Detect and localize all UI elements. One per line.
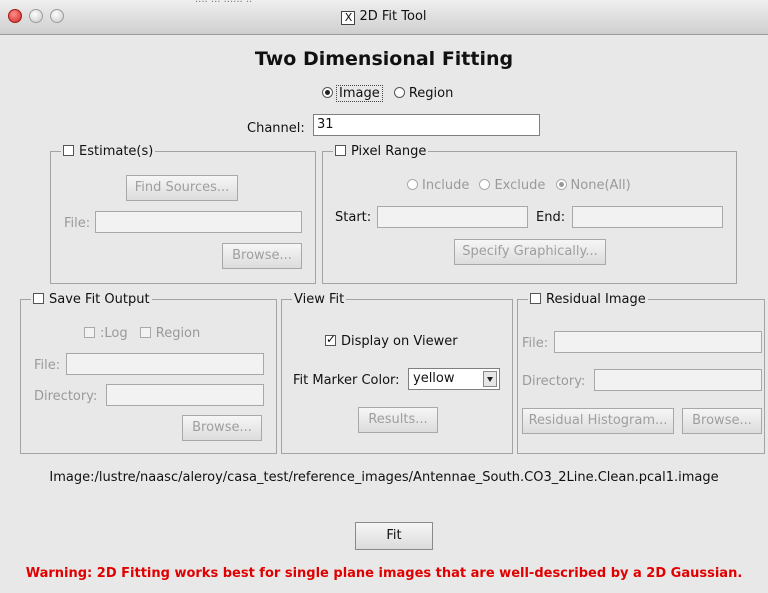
exclude-radio-icon[interactable]	[479, 179, 491, 190]
estimates-checkbox[interactable]	[63, 145, 74, 156]
channel-input[interactable]: 31	[313, 114, 540, 136]
region-radio[interactable]: Region	[393, 86, 454, 101]
region-radio-button-icon[interactable]	[393, 87, 405, 98]
none-all-radio-icon[interactable]	[555, 179, 567, 190]
exclude-label[interactable]: Exclude	[494, 178, 545, 193]
start-input[interactable]	[377, 206, 528, 228]
save-directory-input[interactable]	[106, 384, 264, 406]
region-option-label[interactable]: Region	[156, 326, 201, 341]
view-fit-legend: View Fit	[294, 292, 345, 307]
pixel-range-legend[interactable]: Pixel Range	[333, 144, 428, 159]
residual-legend[interactable]: Residual Image	[528, 292, 648, 307]
start-label: Start:	[335, 210, 372, 225]
display-on-viewer-label[interactable]: Display on Viewer	[341, 334, 458, 349]
estimate-file-label: File:	[64, 216, 91, 231]
image-radio[interactable]: Image	[322, 85, 383, 102]
window-title: 2D Fit Tool	[359, 9, 427, 24]
region-radio-label[interactable]: Region	[409, 86, 454, 101]
residual-title: Residual Image	[546, 292, 646, 307]
include-radio[interactable]: Include	[407, 178, 469, 193]
include-radio-icon[interactable]	[407, 179, 418, 190]
image-radio-button-icon[interactable]	[322, 87, 333, 98]
save-browse-button[interactable]: Browse...	[182, 415, 262, 441]
find-sources-button[interactable]: Find Sources...	[126, 175, 238, 201]
log-checkbox[interactable]	[84, 327, 95, 338]
end-input[interactable]	[572, 206, 723, 228]
residual-file-label: File:	[522, 336, 549, 351]
save-file-input[interactable]	[66, 353, 264, 375]
residual-directory-input[interactable]	[594, 369, 762, 391]
save-fit-options: :Log Region	[84, 326, 200, 341]
background-window-title: ···· ··· ······ ··	[195, 0, 253, 6]
image-radio-label[interactable]: Image	[336, 85, 383, 102]
fit-tool-window: ···· ··· ······ ·· X 2D Fit Tool Two Dime…	[0, 0, 768, 593]
include-label[interactable]: Include	[422, 178, 469, 193]
warning-message: Warning: 2D Fitting works best for singl…	[25, 566, 743, 581]
region-checkbox[interactable]	[139, 327, 151, 338]
page-title: Two Dimensional Fitting	[254, 48, 514, 70]
none-all-label[interactable]: None(All)	[571, 178, 631, 193]
end-label: End:	[536, 210, 566, 225]
save-file-label: File:	[34, 358, 61, 373]
residual-directory-label: Directory:	[522, 374, 586, 389]
estimate-file-input[interactable]	[95, 211, 302, 233]
image-path-label: Image:/lustre/naasc/aleroy/casa_test/ref…	[49, 470, 719, 485]
save-directory-label: Directory:	[34, 389, 98, 404]
pixel-range-title: Pixel Range	[351, 144, 427, 159]
save-fit-title: Save Fit Output	[49, 292, 150, 307]
display-on-viewer-checkbox[interactable]	[325, 332, 336, 346]
log-label[interactable]: :Log	[100, 326, 128, 341]
x11-icon: X	[341, 11, 356, 25]
estimate-browse-button[interactable]: Browse...	[222, 243, 302, 269]
save-fit-legend[interactable]: Save Fit Output	[31, 292, 152, 307]
none-all-radio[interactable]: None(All)	[555, 178, 631, 193]
results-button[interactable]: Results...	[358, 407, 438, 433]
fit-marker-color-label: Fit Marker Color:	[293, 373, 400, 388]
fit-marker-color-value: yellow	[413, 371, 455, 386]
residual-browse-button[interactable]: Browse...	[682, 408, 762, 434]
specify-graphically-button[interactable]: Specify Graphically...	[454, 239, 606, 265]
region-option[interactable]: Region	[139, 326, 201, 341]
residual-histogram-button[interactable]: Residual Histogram...	[522, 408, 674, 434]
display-on-viewer-option[interactable]: Display on Viewer	[325, 332, 458, 349]
log-option[interactable]: :Log	[84, 326, 128, 341]
channel-label: Channel:	[247, 121, 305, 136]
estimates-legend[interactable]: Estimate(s)	[61, 144, 155, 159]
residual-file-input[interactable]	[554, 331, 762, 353]
fit-marker-color-select[interactable]: yellow	[408, 368, 500, 390]
pixel-range-radio-group: Include Exclude None(All)	[407, 178, 631, 193]
fit-button[interactable]: Fit	[355, 522, 433, 550]
residual-checkbox[interactable]	[530, 293, 541, 304]
estimates-title: Estimate(s)	[79, 144, 154, 159]
pixel-range-checkbox[interactable]	[335, 145, 346, 156]
exclude-radio[interactable]: Exclude	[479, 178, 545, 193]
mode-radio-group: Image Region	[322, 85, 454, 102]
title-bar: ···· ··· ······ ·· X 2D Fit Tool	[0, 0, 768, 35]
window-title-container: X 2D Fit Tool	[0, 9, 768, 25]
save-fit-checkbox[interactable]	[33, 293, 44, 304]
chevron-down-icon[interactable]	[483, 371, 497, 387]
